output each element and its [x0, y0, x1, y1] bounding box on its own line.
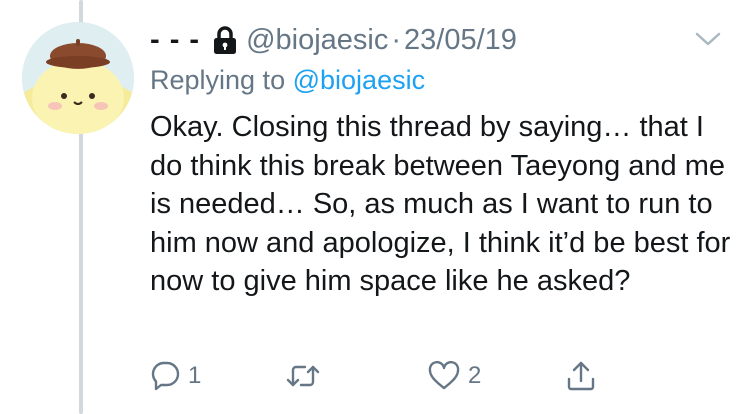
- tweet-date[interactable]: 23/05/19: [404, 20, 517, 60]
- tweet-text: Okay. Closing this thread by saying… tha…: [150, 111, 731, 297]
- separator-dot: ·: [391, 24, 402, 56]
- reply-button[interactable]: 1: [150, 356, 201, 396]
- heart-icon: [428, 361, 460, 391]
- like-button[interactable]: 2: [428, 356, 481, 396]
- user-handle[interactable]: @biojaesic: [246, 20, 388, 60]
- retweet-icon: [286, 361, 320, 391]
- reply-count: 1: [188, 362, 202, 389]
- reply-icon: [150, 361, 180, 391]
- tweet-actions: 1 2: [150, 356, 600, 396]
- replying-to-handle[interactable]: @biojaesic: [293, 65, 425, 95]
- lock-icon: [212, 25, 238, 55]
- avatar-image: [22, 22, 134, 134]
- replying-to-label: Replying to: [150, 65, 286, 95]
- retweet-button[interactable]: [286, 356, 328, 396]
- share-icon: [566, 360, 596, 392]
- avatar[interactable]: [22, 22, 134, 134]
- share-button[interactable]: [566, 356, 596, 396]
- replying-to-line: Replying to @biojaesic: [150, 60, 425, 100]
- chevron-down-icon[interactable]: [694, 30, 722, 48]
- display-name[interactable]: - - -: [150, 20, 200, 60]
- like-count: 2: [468, 362, 482, 389]
- tweet-header: - - - @biojaesic · 23/05/19: [150, 20, 517, 60]
